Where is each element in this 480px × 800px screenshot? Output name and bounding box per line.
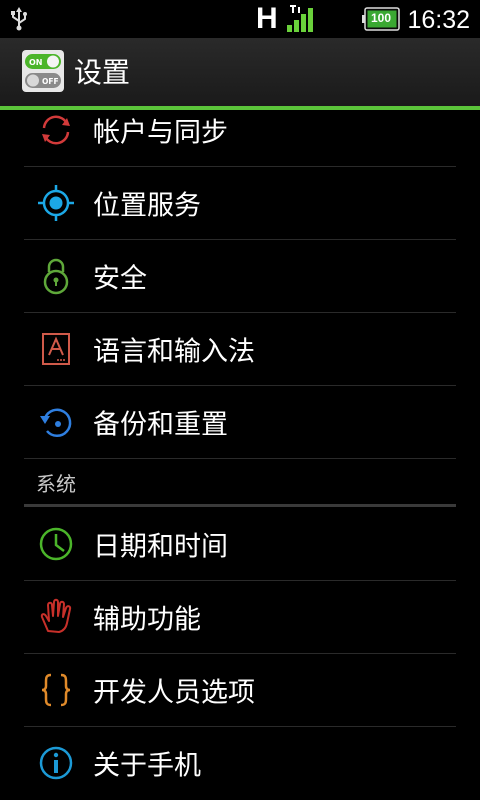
settings-item-security[interactable]: 安全 [24, 240, 456, 313]
settings-toggle-icon[interactable]: ON OFF [22, 50, 64, 92]
section-header-system: 系统 [24, 460, 456, 507]
settings-item-developer-options[interactable]: 开发人员选项 [24, 654, 456, 727]
settings-item-language-input[interactable]: 语言和输入法 [24, 313, 456, 386]
usb-icon [11, 7, 27, 31]
braces-icon [41, 673, 71, 707]
clock-icon [39, 527, 73, 561]
settings-item-label: 开发人员选项 [93, 677, 255, 709]
settings-item-label: 备份和重置 [93, 409, 228, 441]
action-bar: ON OFF 设置 [0, 38, 480, 110]
sync-icon [42, 115, 70, 145]
settings-item-about-phone[interactable]: 关于手机 [24, 727, 456, 799]
section-title: 系统 [36, 472, 76, 496]
settings-list[interactable]: 帐户与同步 位置服务 安全 语言和输入法 备份和重置 系统 日期和时间 辅助功能… [0, 110, 480, 800]
settings-item-label: 语言和输入法 [93, 336, 255, 368]
settings-item-label: 关于手机 [93, 750, 201, 782]
settings-item-location[interactable]: 位置服务 [24, 167, 456, 240]
settings-item-label: 位置服务 [93, 190, 201, 222]
toggle-on-label: ON [29, 58, 43, 67]
location-icon [38, 185, 74, 221]
settings-item-accounts-sync[interactable]: 帐户与同步 [24, 110, 456, 167]
lock-icon [43, 258, 69, 295]
settings-item-label: 辅助功能 [93, 604, 201, 636]
toggle-off-label: OFF [42, 77, 59, 86]
settings-item-backup-reset[interactable]: 备份和重置 [24, 386, 456, 459]
settings-item-label: 日期和时间 [93, 531, 228, 563]
info-icon [39, 746, 73, 780]
network-type: H [256, 2, 278, 35]
battery-level: 100 [371, 11, 392, 25]
page-title: 设置 [74, 56, 131, 89]
settings-item-date-time[interactable]: 日期和时间 [24, 508, 456, 581]
language-icon [42, 333, 70, 365]
settings-item-accessibility[interactable]: 辅助功能 [24, 581, 456, 654]
status-bar: H 100 16:32 [0, 0, 480, 38]
settings-item-label: 帐户与同步 [93, 117, 228, 149]
backup-icon [40, 408, 72, 438]
clock: 16:32 [407, 6, 470, 34]
settings-item-label: 安全 [93, 263, 147, 295]
signal-icon [287, 5, 313, 32]
hand-icon [40, 598, 72, 633]
